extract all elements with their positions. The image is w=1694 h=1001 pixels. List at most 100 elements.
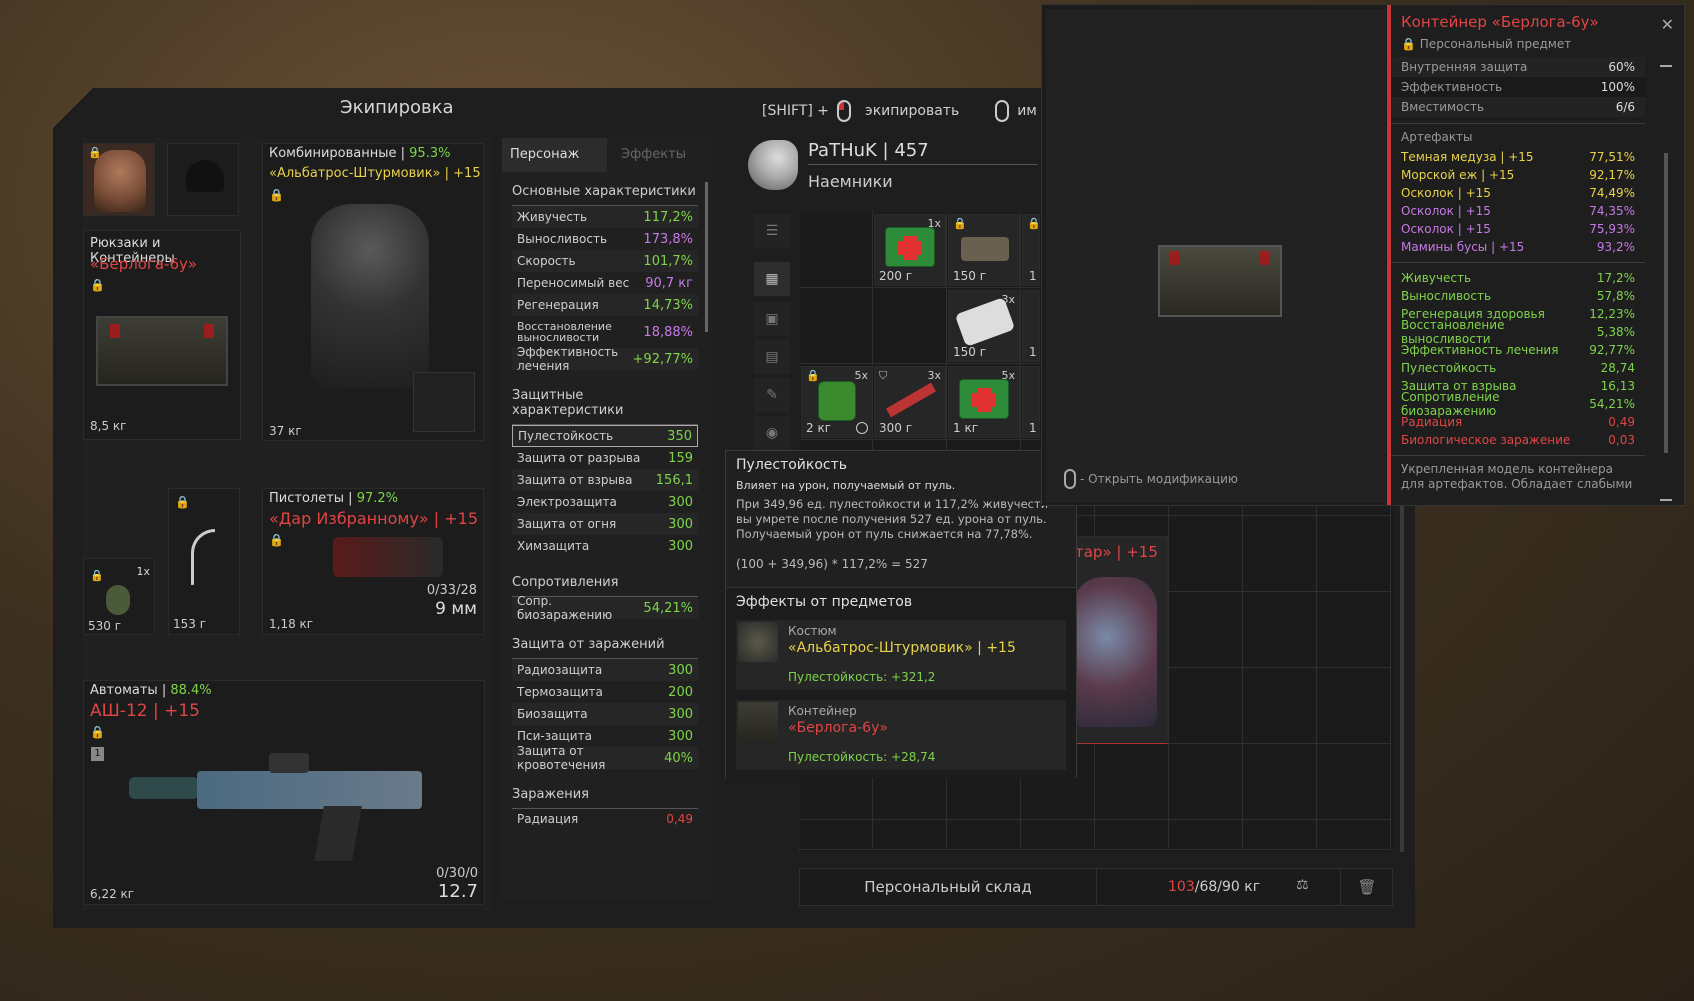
- face-slot[interactable]: [83, 143, 155, 216]
- inventory-cell[interactable]: [1169, 820, 1243, 850]
- weight-lock-button[interactable]: ⚖: [1296, 877, 1316, 897]
- close-button[interactable]: ✕: [1661, 15, 1674, 34]
- inventory-item[interactable]: 1: [1022, 366, 1040, 438]
- popup-stat-value: 60%: [1608, 60, 1635, 74]
- stat-row[interactable]: Электрозащита 300: [512, 491, 698, 513]
- stat-row[interactable]: Пулестойкость 350: [512, 425, 698, 447]
- item-count: 5x: [854, 369, 868, 382]
- inventory-cell[interactable]: [1243, 744, 1317, 820]
- inventory-cell[interactable]: [1243, 820, 1317, 850]
- inventory-item[interactable]: 1: [1022, 290, 1040, 362]
- stat-row[interactable]: Скорость 101,7%: [512, 250, 698, 272]
- rifle-caliber: 12.7: [437, 881, 478, 902]
- stat-row[interactable]: Защита от разрыва 159: [512, 447, 698, 469]
- inventory-cell[interactable]: [873, 820, 947, 850]
- stats-scrollbar[interactable]: [705, 182, 708, 332]
- stat-row[interactable]: Химзащита 300: [512, 535, 698, 557]
- open-mod-hint: - Открыть модификацию: [1064, 469, 1238, 489]
- filter-container-button[interactable]: ▤: [754, 340, 790, 374]
- scroll-up-mark[interactable]: [1660, 65, 1672, 67]
- syringe-icon: [885, 382, 937, 418]
- armor-filter-icon: ▣: [765, 311, 779, 327]
- inventory-cell[interactable]: [947, 820, 1021, 850]
- player-divider: [808, 164, 1038, 165]
- stat-row[interactable]: Радиозащита 300: [512, 659, 698, 681]
- list-view-button[interactable]: ☰: [754, 214, 790, 248]
- filter-artifact-button[interactable]: ◉: [754, 416, 790, 450]
- effect-item-type: Контейнер: [788, 704, 857, 718]
- inventory-cell[interactable]: [1317, 744, 1391, 820]
- stat-row[interactable]: Термозащита 200: [512, 681, 698, 703]
- inventory-cell[interactable]: [1317, 820, 1391, 850]
- popup-stat-value: 28,74: [1600, 361, 1635, 375]
- stat-row[interactable]: Переносимый вес 90,7 кг: [512, 272, 698, 294]
- inventory-item[interactable]: 150 г: [948, 214, 1020, 286]
- filter-armor-button[interactable]: ▣: [754, 302, 790, 336]
- stat-row[interactable]: Восстановление выносливости 18,88%: [512, 316, 698, 348]
- scroll-down-mark[interactable]: [1660, 499, 1672, 501]
- backpack-slot[interactable]: Рюкзаки и Контейнеры «Берлога-6у» 8,5 кг: [83, 230, 241, 440]
- inventory-item[interactable]: 5x 2 кг: [801, 366, 873, 438]
- inventory-cell[interactable]: [1243, 592, 1317, 668]
- stat-row[interactable]: Эффективность лечения +92,77%: [512, 345, 698, 373]
- stat-label: Термозащита: [517, 685, 603, 699]
- knife-slot[interactable]: 153 г: [168, 488, 240, 635]
- tab-character[interactable]: Персонаж: [502, 138, 607, 172]
- popup-stat-row: Морской еж | +15 92,17%: [1391, 166, 1645, 184]
- effect-item[interactable]: Костюм «Альбатрос-Штурмовик» | +15 Пулес…: [736, 620, 1066, 690]
- inventory-cell[interactable]: [799, 288, 873, 364]
- stat-label: Переносимый вес: [517, 276, 630, 290]
- stat-row[interactable]: Защита от огня 300: [512, 513, 698, 535]
- grid-view-button[interactable]: ▦: [754, 262, 790, 296]
- inventory-cell[interactable]: [873, 288, 947, 364]
- inventory-item[interactable]: ⛉ 3x 300 г: [874, 366, 946, 438]
- effect-item[interactable]: Контейнер «Берлога-6у» Пулестойкость: +2…: [736, 700, 1066, 770]
- popup-stat-label: Темная медуза | +15: [1401, 150, 1534, 164]
- inventory-item[interactable]: 1x 200 г: [874, 214, 946, 286]
- bonuses-list: Живучесть 17,2% Выносливость 57,8% Регенерац…: [1391, 269, 1645, 449]
- inventory-cell[interactable]: [1021, 820, 1095, 850]
- inventory-cell[interactable]: [1317, 516, 1391, 592]
- stat-row[interactable]: Биозащита 300: [512, 703, 698, 725]
- stat-row[interactable]: Сопр. биозаражению 54,21%: [512, 594, 698, 622]
- pistol-slot[interactable]: Пистолеты | 97.2% «Дар Избранному» | +15…: [262, 488, 484, 635]
- armor-slot[interactable]: Комбинированные | 95.3% «Альбатрос-Штурм…: [262, 143, 484, 441]
- stat-row[interactable]: Живучесть 117,2%: [512, 206, 698, 228]
- inventory-cell[interactable]: [1169, 668, 1243, 744]
- filter-misc-button[interactable]: ✎: [754, 378, 790, 412]
- trash-button[interactable]: 🗑: [1340, 869, 1393, 905]
- personal-storage-button[interactable]: Персональный склад: [800, 869, 1097, 905]
- stat-row[interactable]: Защита от кровотечения 40%: [512, 744, 698, 772]
- inventory-cell[interactable]: [1169, 592, 1243, 668]
- popup-stat-row: Осколок | +15 74,35%: [1391, 202, 1645, 220]
- stat-row[interactable]: Защита от взрыва 156,1: [512, 469, 698, 491]
- inventory-cell[interactable]: [1169, 744, 1243, 820]
- helmet-slot[interactable]: [167, 143, 239, 216]
- inventory-item[interactable]: 5x 1 кг: [948, 366, 1020, 438]
- item-count: 3x: [927, 369, 941, 382]
- stat-row[interactable]: Выносливость 173,8%: [512, 228, 698, 250]
- inventory-cell[interactable]: [1095, 820, 1169, 850]
- inventory-cell[interactable]: [799, 820, 873, 850]
- stat-value: 90,7 кг: [645, 275, 693, 291]
- stat-row[interactable]: Регенерация 14,73%: [512, 294, 698, 316]
- pistol-weight: 1,18 кг: [269, 617, 314, 631]
- inventory-cell[interactable]: [799, 212, 873, 288]
- inventory-cell[interactable]: [1317, 592, 1391, 668]
- tab-effects[interactable]: Эффекты: [607, 138, 712, 172]
- stat-label: Выносливость: [517, 232, 608, 246]
- inventory-cell[interactable]: [1169, 516, 1243, 592]
- stat-label: Пулестойкость: [518, 429, 614, 443]
- rifle-slot[interactable]: Автоматы | 88.4% АШ-12 | +15 1 0/30/0 12…: [83, 680, 485, 905]
- inventory-item[interactable]: 3x 150 г: [948, 290, 1020, 362]
- inventory-cell[interactable]: [1243, 516, 1317, 592]
- inventory-cell[interactable]: [1317, 668, 1391, 744]
- armor-subslot[interactable]: [413, 372, 475, 432]
- inventory-cell[interactable]: [1243, 668, 1317, 744]
- grenade-weight: 530 г: [88, 619, 122, 633]
- popup-scrollbar[interactable]: [1664, 153, 1668, 453]
- stat-row[interactable]: Радиация 0,49: [512, 809, 698, 829]
- inventory-item[interactable]: 1: [1022, 214, 1040, 286]
- grenade-slot[interactable]: 1x 530 г: [83, 558, 155, 635]
- inventory-cell[interactable]: [1095, 744, 1169, 820]
